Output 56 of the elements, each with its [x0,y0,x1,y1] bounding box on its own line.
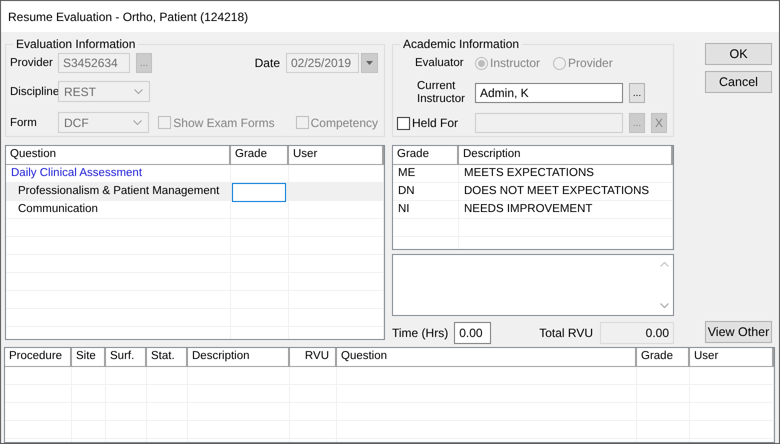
dialog-button[interactable]: OK [705,43,772,65]
group-heading: Daily Clinical Assessment [6,165,231,182]
grade-input-field[interactable] [232,183,286,202]
dropdown-button[interactable] [361,53,378,73]
checkbox-label: Competency [310,116,378,130]
column-header[interactable]: Grade [231,146,289,164]
table-cell: DOES NOT MEET EXPECTATIONS [459,182,673,200]
field-label: Evaluator [414,57,465,69]
column-header[interactable]: User [289,146,384,164]
field-label: Total RVU [539,326,594,340]
column-header[interactable]: Grade [393,146,459,164]
browse-button[interactable]: ... [629,83,645,103]
column-header[interactable]: Procedure [5,348,72,366]
column-header[interactable]: Stat. [147,348,188,366]
question-text: Communication [6,201,231,218]
chevron-icon [134,88,143,94]
field-label: Provider [10,57,54,69]
field-label: Date [254,56,280,70]
total-rvu-field: 0.00 [600,322,674,344]
dialog-button[interactable]: Cancel [705,71,772,93]
column-header[interactable]: Grade [637,348,690,366]
instructor-field[interactable]: Admin, K [475,83,623,103]
column-header[interactable]: User [690,348,774,366]
time-field[interactable]: 0.00 [454,322,492,344]
comment-box[interactable] [392,254,674,316]
group-title: Academic Information [402,37,520,51]
table-row[interactable]: Professionalism & Patient Management [6,183,384,201]
table-cell: DN [393,182,459,200]
table-cell: MEETS EXPECTATIONS [459,164,673,182]
table-cell: ME [393,164,459,182]
checkbox-label: Held For [412,116,458,130]
column-header[interactable]: Question [6,146,231,164]
column-header[interactable]: RVU [290,348,337,366]
column-header[interactable]: Question [337,348,637,366]
dropdown-arrow-icon [366,61,373,65]
column-header[interactable]: Description [459,146,673,164]
table-row[interactable]: Communication [6,201,384,219]
column-header[interactable]: Surf. [106,348,147,366]
field-label: Form [10,116,38,128]
field-label: Current Instructor [416,80,466,106]
column-header[interactable]: Description [188,348,290,366]
window-title: Resume Evaluation - Ortho, Patient (124218) [8,10,248,24]
radio-label: Provider [568,56,613,70]
view-other-button[interactable]: View Other [705,321,772,343]
column-header[interactable]: Site [72,348,106,366]
radio-label: Instructor [490,56,540,70]
chevron-icon [133,120,142,126]
field-label: Time (Hrs) [392,326,448,340]
group-title: Evaluation Information [15,37,136,51]
table-cell: NI [393,200,459,218]
question-text: Professionalism & Patient Management [6,183,231,202]
scroll-down-icon [660,302,669,309]
scroll-up-icon[interactable] [660,261,669,268]
field-label: Discipline [10,86,58,98]
checkbox-label: Show Exam Forms [173,116,275,130]
table-cell: NEEDS IMPROVEMENT [459,200,673,218]
